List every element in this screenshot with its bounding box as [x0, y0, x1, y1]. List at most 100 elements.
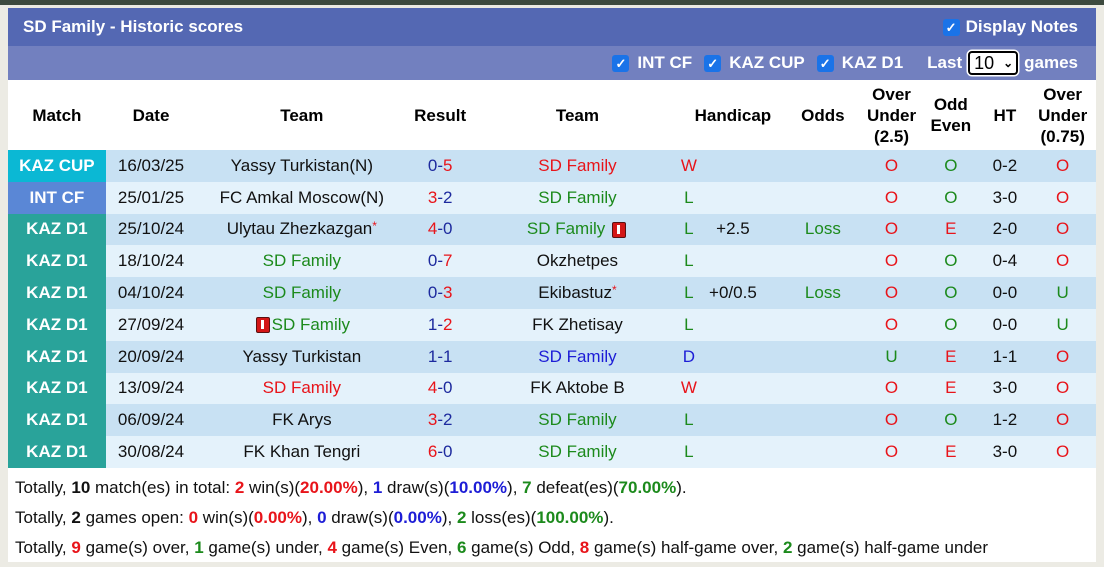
filter-kaz-d1[interactable]: ✓ KAZ D1 [816, 53, 903, 73]
odds-result [783, 404, 862, 437]
handicap [681, 150, 784, 182]
summary-text: win(s)( [244, 477, 301, 497]
match-badge[interactable]: KAZ D1 [8, 404, 106, 437]
half-time-score: 0-0 [980, 277, 1030, 309]
odd-even: O [921, 245, 981, 278]
handicap [681, 404, 784, 437]
over-under-0-75: O [1029, 245, 1096, 278]
team-name-link[interactable]: FK Aktobe B [530, 378, 625, 397]
match-badge[interactable]: INT CF [8, 181, 106, 214]
odds-result: Loss [783, 213, 862, 246]
team-name-link[interactable]: FC Amkal Moscow(N) [220, 188, 384, 207]
col-match: Match [32, 105, 82, 125]
team-name-link[interactable]: SD Family [538, 347, 616, 366]
match-badge[interactable]: KAZ D1 [8, 340, 106, 373]
filter-int-cf[interactable]: ✓ INT CF [612, 53, 692, 73]
match-badge[interactable]: KAZ CUP [8, 150, 106, 182]
result-score[interactable]: 3-2 [407, 404, 473, 437]
result-score[interactable]: 1-1 [407, 340, 473, 373]
match-badge[interactable]: KAZ D1 [8, 372, 106, 405]
team-name-link[interactable]: SD Family [263, 283, 341, 302]
team-name-link[interactable]: SD Family [272, 315, 350, 334]
result-score[interactable]: 4-0 [407, 213, 473, 246]
col-odds: Odds [801, 105, 845, 125]
team-name-link[interactable]: SD Family [538, 442, 616, 461]
team-name-link[interactable]: Yassy Turkistan [242, 347, 361, 366]
result-score[interactable]: 0-7 [407, 245, 473, 278]
match-badge[interactable]: KAZ D1 [8, 245, 106, 278]
home-team: FC Amkal Moscow(N) [196, 181, 408, 214]
match-badge[interactable]: KAZ D1 [8, 213, 106, 246]
summary-text: ), [301, 507, 318, 527]
match-badge[interactable]: KAZ D1 [8, 308, 106, 341]
over-under-2-5: O [861, 150, 922, 182]
handicap [681, 340, 784, 373]
result-score[interactable]: 6-0 [407, 436, 473, 468]
team-name-link[interactable]: SD Family [538, 188, 616, 207]
odd-even: E [921, 436, 981, 468]
win-loss-indicator: L [684, 314, 694, 334]
checkbox-checked-icon[interactable]: ✓ [816, 54, 834, 72]
summary-stat: 7 [522, 477, 532, 497]
away-score: 5 [442, 155, 453, 175]
summary-stat: 1 [372, 477, 383, 497]
home-team: Ulytau Zhezkazgan* [196, 213, 408, 246]
result-score[interactable]: 0-5 [407, 150, 473, 182]
result-score[interactable]: 3-2 [407, 181, 473, 214]
over-under-0-75: O [1029, 436, 1096, 468]
team-name-link[interactable]: Ekibastuz [538, 283, 612, 302]
filter-bar: ✓ INT CF ✓ KAZ CUP ✓ KAZ D1 Last 10 ⌄ ga… [8, 46, 1096, 80]
team-name-link[interactable]: Ulytau Zhezkazgan [227, 219, 373, 238]
half-time-score: 3-0 [980, 372, 1030, 405]
half-time-score: 0-4 [980, 245, 1030, 278]
home-team: Yassy Turkistan [196, 340, 408, 373]
over-under-0-75: O [1029, 181, 1096, 214]
over-under-0-75: O [1029, 404, 1096, 437]
half-time-score: 0-2 [980, 150, 1030, 182]
table-header-row: Match Date Team Result Team Handicap Odd… [8, 80, 1096, 150]
match-badge[interactable]: KAZ D1 [8, 277, 106, 309]
team-name-link[interactable]: SD Family [263, 251, 341, 270]
summary-stat: 0 [317, 507, 327, 527]
result-score[interactable]: 1-2 [407, 308, 473, 341]
summary-text: game(s) over, [80, 537, 195, 557]
display-notes-toggle[interactable]: ✓ Display Notes [942, 17, 1078, 37]
table-row: KAZ CUP 16/03/25 Yassy Turkistan(N) 0-5 SD F… [8, 150, 1096, 182]
summary-text: game(s) under, [203, 537, 328, 557]
half-time-score: 1-2 [980, 404, 1030, 437]
games-count-select[interactable]: 10 ⌄ [968, 51, 1019, 75]
match-badge[interactable]: KAZ D1 [8, 436, 106, 468]
away-team: Ekibastuz* L [472, 277, 694, 309]
team-name-link[interactable]: Okzhetpes [537, 251, 618, 270]
away-team: SD Family L [472, 181, 694, 214]
checkbox-checked-icon[interactable]: ✓ [942, 18, 960, 36]
summary-line: Totally, 9 game(s) over, 1 game(s) under… [15, 533, 1096, 563]
team-name-link[interactable]: SD Family [538, 410, 616, 429]
team-name-link[interactable]: SD Family [538, 156, 616, 175]
filter-kaz-cup[interactable]: ✓ KAZ CUP [704, 53, 805, 73]
summary-text: win(s)( [198, 507, 254, 527]
over-under-0-75: U [1029, 308, 1096, 341]
window-top-edge [0, 0, 1104, 5]
odds-result [783, 436, 862, 468]
checkbox-checked-icon[interactable]: ✓ [704, 54, 722, 72]
table-row: KAZ D1 25/10/24 Ulytau Zhezkazgan* 4-0 SD Fa… [8, 213, 1096, 246]
summary-line: Totally, 10 match(es) in total: 2 win(s)… [15, 473, 1096, 503]
team-name-link[interactable]: Yassy Turkistan(N) [231, 156, 373, 175]
result-score[interactable]: 4-0 [407, 372, 473, 405]
team-name-link[interactable]: FK Zhetisay [532, 315, 623, 334]
team-name-link[interactable]: FK Khan Tengri [243, 442, 360, 461]
team-name-link[interactable]: SD Family [263, 378, 341, 397]
team-name-link[interactable]: FK Arys [272, 410, 332, 429]
result-score[interactable]: 0-3 [407, 277, 473, 309]
summary-stat: 9 [71, 537, 81, 557]
away-team: SD Family L [472, 213, 694, 246]
summary-text: match(es) in total: [90, 477, 235, 497]
col-handicap: Handicap [694, 105, 772, 125]
summary-text: draw(s)( [382, 477, 450, 497]
summary-stat: 1 [194, 537, 204, 557]
over-under-2-5: O [861, 213, 922, 246]
team-name-link[interactable]: SD Family [527, 219, 605, 238]
over-under-2-5: O [861, 181, 922, 214]
checkbox-checked-icon[interactable]: ✓ [612, 54, 630, 72]
